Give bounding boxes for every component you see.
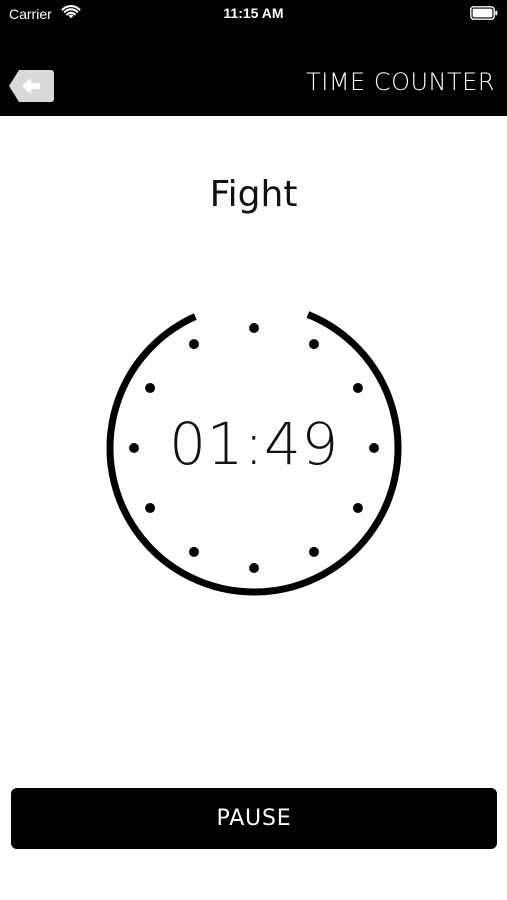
navigation-bar: TIME COUNTER [0, 44, 507, 116]
battery-icon [470, 6, 498, 20]
page-title: TIME COUNTER [306, 68, 495, 96]
back-button[interactable] [7, 68, 56, 104]
tick-dot [145, 383, 156, 393]
tick-dot [309, 546, 319, 557]
tick-dot [189, 546, 199, 557]
tick-dot [189, 339, 199, 350]
tick-dot [145, 503, 156, 513]
phase-label: Fight [209, 174, 298, 215]
pause-button[interactable]: PAUSE [11, 788, 497, 849]
time-remaining: 01:49 [169, 410, 339, 478]
tick-dot [352, 503, 363, 513]
tick-dot [249, 563, 259, 573]
tick-dot [249, 323, 259, 333]
status-time: 11:15 AM [223, 5, 284, 21]
status-bar: Carrier 11:15 AM [0, 0, 507, 28]
tick-dot [309, 339, 319, 350]
tick-dot [352, 383, 363, 393]
header: Carrier 11:15 AM TIME COUNTER [0, 0, 507, 116]
pause-button-label: PAUSE [216, 806, 292, 831]
